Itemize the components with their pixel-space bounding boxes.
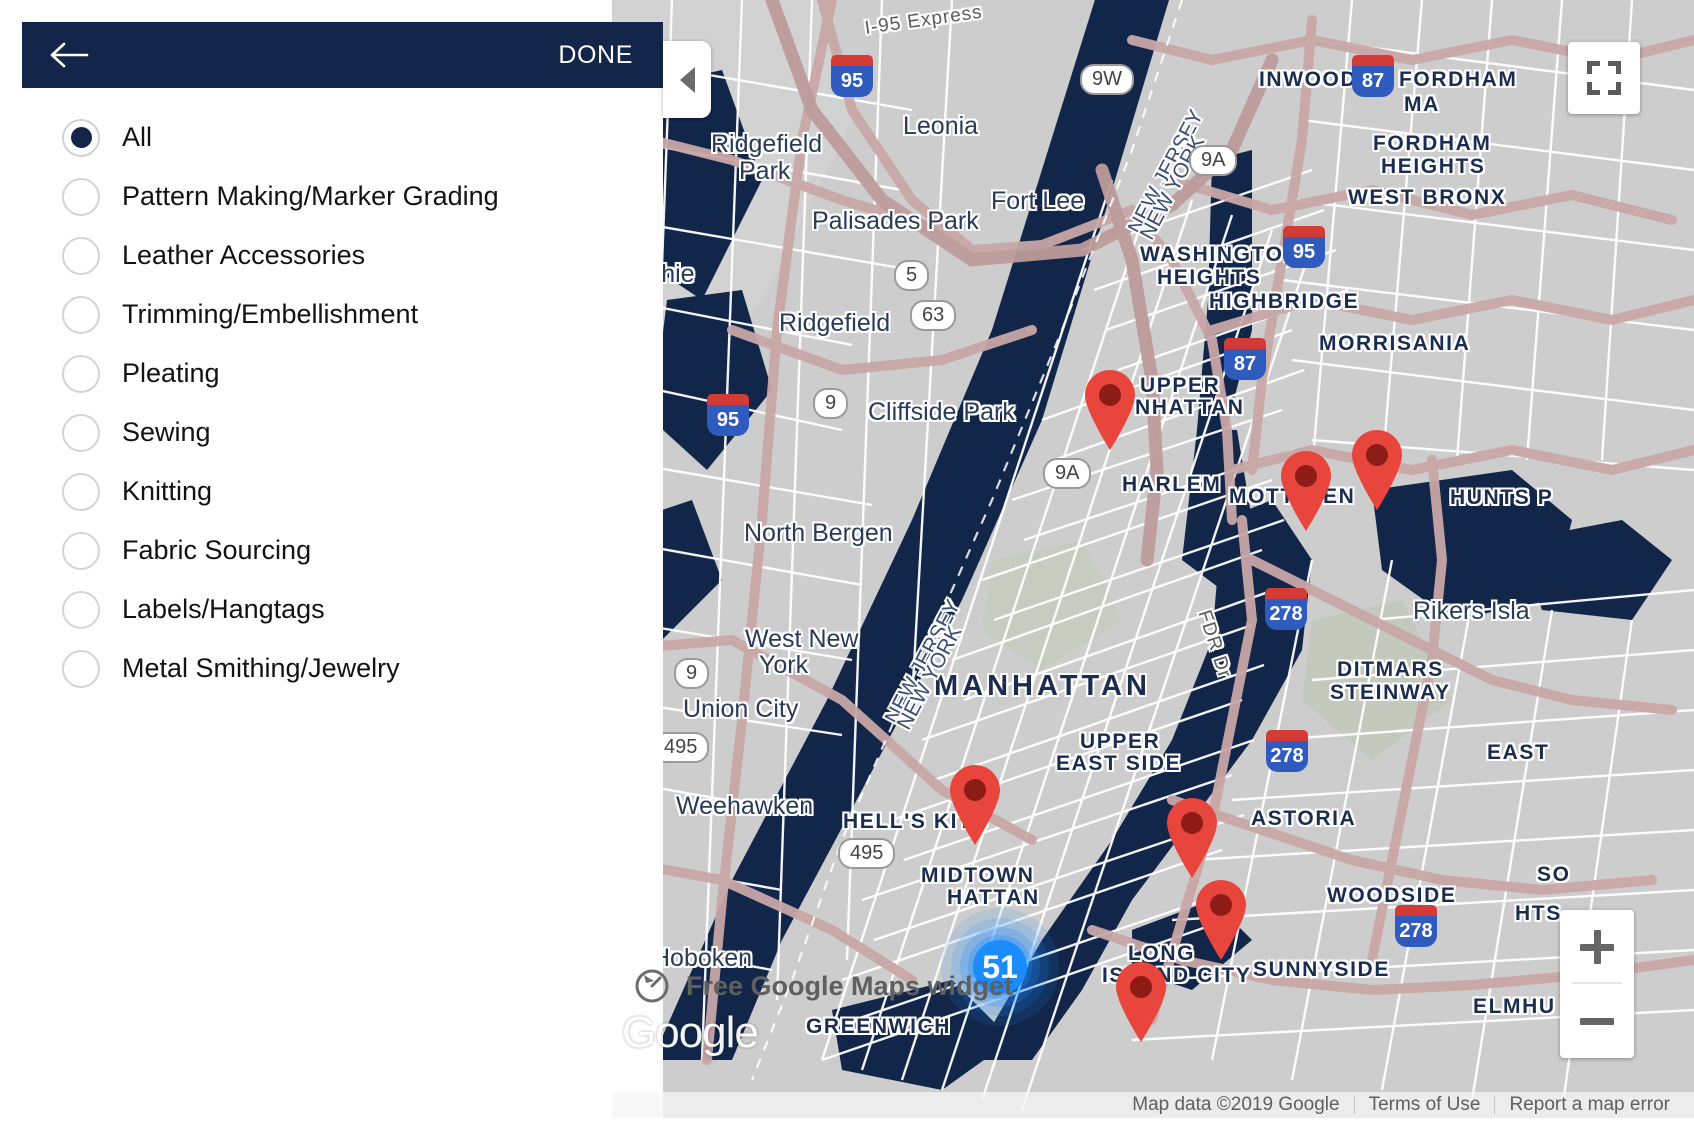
zoom-in-button[interactable] xyxy=(1560,910,1634,984)
map-pin-marker[interactable] xyxy=(1346,425,1408,511)
category-option-label: All xyxy=(122,122,153,152)
category-option-label: Sewing xyxy=(122,417,211,447)
fullscreen-button[interactable] xyxy=(1568,42,1640,114)
minus-icon xyxy=(1580,1017,1614,1025)
map-pin-marker[interactable] xyxy=(1110,957,1172,1043)
category-option-row[interactable]: Sewing xyxy=(22,403,663,462)
map-container[interactable]: I-95 Express Leonia Ridgefield Park Fort Lee… xyxy=(612,0,1694,1118)
clock-arrow-icon xyxy=(635,969,669,1003)
attribution-report-link[interactable]: Report a map error xyxy=(1495,1094,1684,1116)
pin-icon xyxy=(950,765,1000,845)
radio-button[interactable] xyxy=(62,236,100,275)
pin-icon xyxy=(1196,880,1246,960)
radio-button[interactable] xyxy=(62,177,100,216)
pin-icon xyxy=(1116,962,1166,1042)
zoom-out-button[interactable] xyxy=(1560,984,1634,1058)
pin-icon xyxy=(1352,430,1402,510)
widget-banner-label: Free Google Maps widget xyxy=(686,970,1014,1001)
google-logo-watermark: Google xyxy=(622,1008,759,1057)
category-option-row[interactable]: Labels/Hangtags xyxy=(22,580,663,639)
arrow-left-icon xyxy=(50,42,89,68)
radio-button[interactable] xyxy=(62,413,100,452)
category-option-label: Knitting xyxy=(122,476,213,506)
chevron-left-icon xyxy=(679,66,695,93)
category-option-label: Pattern Making/Marker Grading xyxy=(122,181,499,211)
radio-button[interactable] xyxy=(62,295,100,334)
category-option-row[interactable]: All xyxy=(22,108,663,167)
attribution-terms-link[interactable]: Terms of Use xyxy=(1355,1094,1495,1116)
radio-button[interactable] xyxy=(62,649,100,688)
map-pin-marker[interactable] xyxy=(1275,446,1337,532)
category-option-row[interactable]: Metal Smithing/Jewelry xyxy=(22,639,663,698)
category-option-label: Metal Smithing/Jewelry xyxy=(122,653,400,683)
map-pin-marker[interactable] xyxy=(1079,365,1141,451)
filter-panel: DONE All Pattern Making/Marker Grading Lea… xyxy=(22,22,663,1118)
radio-button-selected[interactable] xyxy=(62,118,100,157)
category-option-row[interactable]: Trimming/Embellishment xyxy=(22,285,663,344)
category-option-label: Fabric Sourcing xyxy=(122,535,312,565)
category-option-row[interactable]: Fabric Sourcing xyxy=(22,521,663,580)
map-pin-marker[interactable] xyxy=(944,760,1006,846)
category-option-label: Trimming/Embellishment xyxy=(122,299,419,329)
radio-button[interactable] xyxy=(62,590,100,629)
app-root: I-95 Express Leonia Ridgefield Park Fort Lee… xyxy=(0,0,1694,1140)
category-option-row[interactable]: Leather Accessories xyxy=(22,226,663,285)
category-option-row[interactable]: Knitting xyxy=(22,462,663,521)
map-pin-marker[interactable] xyxy=(1190,875,1252,961)
category-option-row[interactable]: Pattern Making/Marker Grading xyxy=(22,167,663,226)
pin-icon xyxy=(1167,798,1217,878)
panel-header: DONE xyxy=(22,22,663,88)
category-options-list: All Pattern Making/Marker Grading Leather … xyxy=(22,88,663,698)
category-option-row[interactable]: Pleating xyxy=(22,344,663,403)
radio-button[interactable] xyxy=(62,531,100,570)
radio-button[interactable] xyxy=(62,472,100,511)
map-tiles xyxy=(612,0,1694,1118)
category-option-label: Pleating xyxy=(122,358,220,388)
category-option-label: Labels/Hangtags xyxy=(122,594,325,624)
pin-icon xyxy=(1085,370,1135,450)
fullscreen-icon xyxy=(1587,61,1621,95)
zoom-controls[interactable] xyxy=(1560,910,1634,1058)
map-pin-marker[interactable] xyxy=(1161,793,1223,879)
map-attribution-bar: Map data ©2019 Google Terms of Use Repor… xyxy=(612,1092,1694,1118)
plus-icon-vertical xyxy=(1593,930,1601,964)
done-button[interactable]: DONE xyxy=(552,37,639,74)
back-button[interactable] xyxy=(48,33,92,77)
pin-icon xyxy=(1281,451,1331,531)
panel-collapse-button[interactable] xyxy=(663,41,711,118)
attribution-map-data: Map data ©2019 Google xyxy=(1132,1094,1340,1115)
free-google-maps-widget-banner[interactable]: Free Google Maps widget xyxy=(622,960,1029,1012)
radio-button[interactable] xyxy=(62,354,100,393)
category-option-label: Leather Accessories xyxy=(122,240,366,270)
